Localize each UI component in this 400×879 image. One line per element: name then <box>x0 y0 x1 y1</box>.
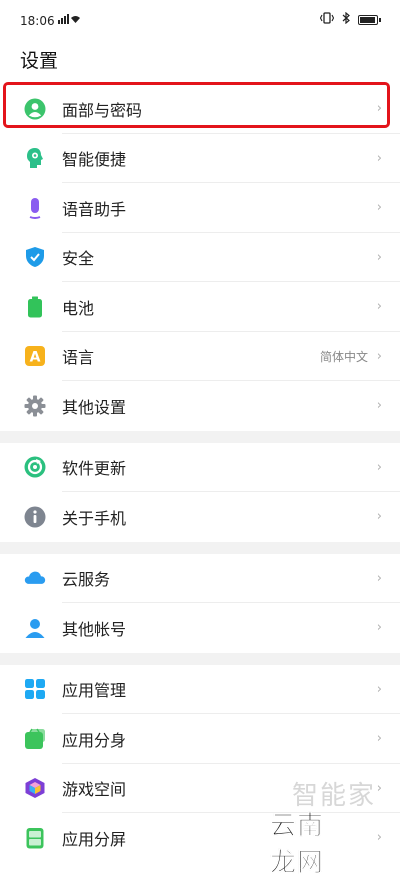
battery-icon <box>358 14 381 25</box>
gear-icon <box>24 395 46 417</box>
app-grid-icon <box>24 678 46 700</box>
settings-item-label: 应用管理 <box>62 681 127 701</box>
chevron-right-icon: › <box>376 681 382 697</box>
watermark: 智能家 云南龙网 <box>270 775 390 878</box>
chevron-right-icon: › <box>376 570 382 586</box>
chevron-right-icon: › <box>376 731 382 747</box>
chevron-right-icon: › <box>376 249 382 265</box>
settings-item-software-update[interactable]: 软件更新 › <box>0 443 400 492</box>
settings-list: 面部与密码 › 智能便捷 › 语音助手 › 安全 › 电池 › A 语言 简体中文 › 其他设置 › 软件更新 ›… <box>0 84 400 863</box>
settings-item-cloud-service[interactable]: 云服务 › <box>0 554 400 603</box>
settings-item-label: 语言 <box>62 348 95 368</box>
smart-assist-icon <box>24 147 46 169</box>
highlight-box <box>3 82 390 128</box>
settings-item-label: 安全 <box>62 249 95 269</box>
settings-item-label: 语音助手 <box>62 199 127 219</box>
cloud-icon <box>24 567 46 589</box>
person-icon <box>24 617 46 639</box>
chevron-right-icon: › <box>376 509 382 525</box>
chevron-right-icon: › <box>376 200 382 216</box>
bluetooth-icon <box>342 11 350 27</box>
settings-item-label: 应用分身 <box>62 730 127 750</box>
settings-item-language[interactable]: A 语言 简体中文 › <box>0 332 400 381</box>
chevron-right-icon: › <box>376 620 382 636</box>
signal-icon <box>58 14 80 27</box>
chevron-right-icon: › <box>376 398 382 414</box>
chevron-right-icon: › <box>376 348 382 364</box>
chevron-right-icon: › <box>376 459 382 475</box>
status-bar: 18:06 <box>0 0 400 40</box>
settings-item-label: 智能便捷 <box>62 150 127 170</box>
settings-item-security[interactable]: 安全 › <box>0 233 400 282</box>
settings-item-label: 其他设置 <box>62 397 127 417</box>
battery-settings-icon <box>24 296 46 318</box>
app-clone-icon <box>24 728 46 750</box>
settings-item-voice-assistant[interactable]: 语音助手 › <box>0 183 400 233</box>
split-screen-icon <box>24 827 46 849</box>
settings-item-battery[interactable]: 电池 › <box>0 282 400 332</box>
settings-item-app-management[interactable]: 应用管理 › <box>0 665 400 714</box>
settings-item-label: 游戏空间 <box>62 780 127 800</box>
settings-item-other-accounts[interactable]: 其他帐号 › <box>0 603 400 653</box>
page-title: 设置 <box>20 50 59 72</box>
shield-icon <box>24 246 46 268</box>
update-icon <box>24 456 46 478</box>
status-time: 18:06 <box>20 14 55 28</box>
settings-item-label: 关于手机 <box>62 508 127 528</box>
settings-item-app-clone[interactable]: 应用分身 › <box>0 714 400 764</box>
microphone-icon <box>24 197 46 219</box>
chevron-right-icon: › <box>376 150 382 166</box>
language-icon: A <box>24 345 46 367</box>
settings-item-label: 应用分屏 <box>62 829 127 849</box>
settings-item-label: 软件更新 <box>62 459 127 479</box>
group-separator <box>0 541 400 554</box>
chevron-right-icon: › <box>376 299 382 315</box>
settings-item-label: 电池 <box>62 298 95 318</box>
settings-item-about-phone[interactable]: 关于手机 › <box>0 492 400 542</box>
watermark-bottom: 云南龙网 <box>270 811 325 879</box>
settings-item-smart-assist[interactable]: 智能便捷 › <box>0 134 400 183</box>
settings-item-label: 其他帐号 <box>62 619 127 639</box>
group-separator <box>0 430 400 443</box>
vibrate-icon <box>319 12 335 27</box>
settings-item-label: 云服务 <box>62 570 111 590</box>
settings-item-other-settings[interactable]: 其他设置 › <box>0 381 400 431</box>
svg-text:A: A <box>30 350 41 366</box>
settings-item-value: 简体中文 <box>319 349 368 364</box>
info-icon <box>24 506 46 528</box>
game-space-icon <box>24 777 46 799</box>
group-separator <box>0 652 400 665</box>
